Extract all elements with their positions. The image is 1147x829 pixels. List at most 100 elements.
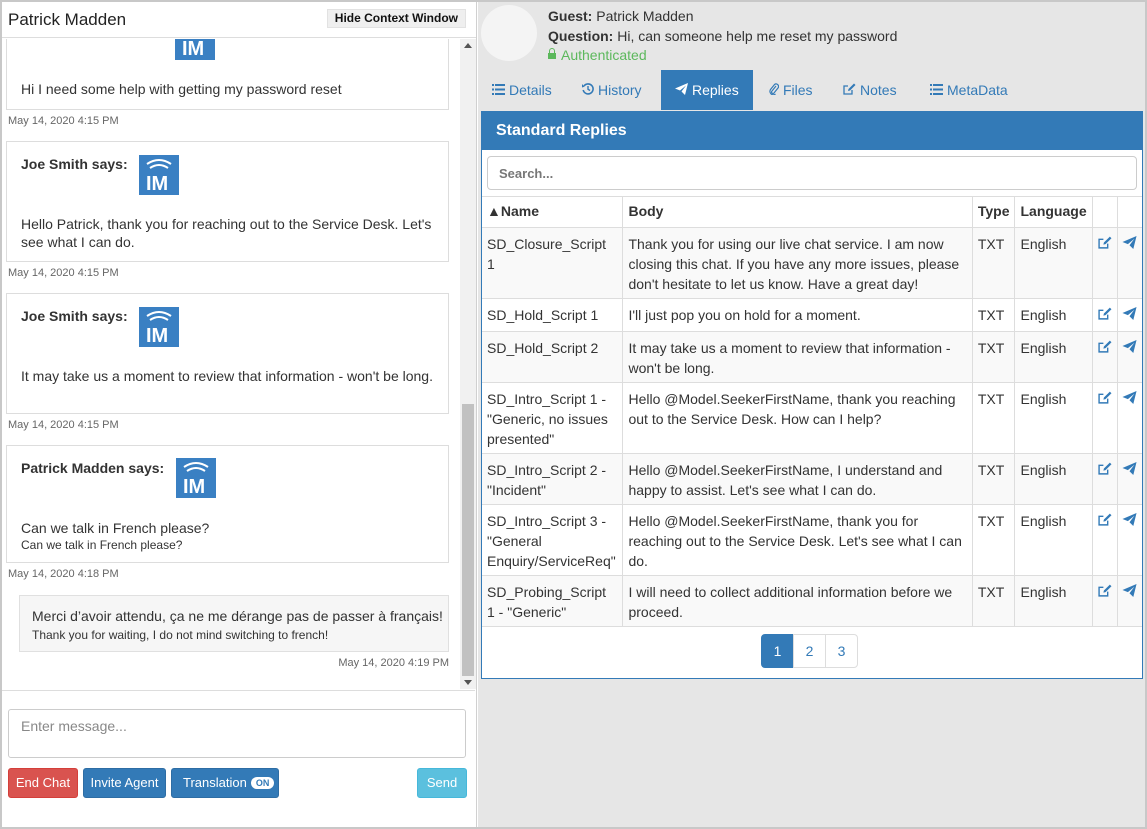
send-icon[interactable] xyxy=(1122,462,1137,478)
chat-message: IM Hi I need some help with getting my p… xyxy=(6,39,449,110)
scroll-thumb[interactable] xyxy=(462,404,474,676)
edit-reply-cell xyxy=(1091,331,1118,383)
chat-scrollbar[interactable] xyxy=(460,39,476,689)
page-button[interactable]: 1 xyxy=(761,634,794,668)
table-row[interactable]: SD_Hold_Script 2 It may take us a moment … xyxy=(482,331,1142,383)
column-header-language[interactable]: Language xyxy=(1014,196,1093,228)
tab-metadata[interactable]: MetaData xyxy=(916,70,1022,110)
reply-language-cell: English xyxy=(1014,453,1093,505)
reply-name-cell: SD_Intro_Script 3 - "General Enquiry/Ser… xyxy=(482,504,624,576)
scroll-up-icon[interactable] xyxy=(464,43,472,48)
table-row[interactable]: SD_Intro_Script 1 - "Generic, no issues … xyxy=(482,382,1142,454)
table-row[interactable]: SD_Intro_Script 2 - "Incident" Hello @Mod… xyxy=(482,453,1142,505)
agent-message-translation: Thank you for waiting, I do not mind swi… xyxy=(32,628,329,642)
column-header-body[interactable]: Body xyxy=(622,196,973,228)
edit-icon[interactable] xyxy=(1097,391,1112,407)
pagination: 1 2 3 xyxy=(761,634,858,668)
send-icon[interactable] xyxy=(1122,340,1137,356)
chat-author: Patrick Madden says: xyxy=(21,460,165,476)
svg-text:IM: IM xyxy=(182,39,204,60)
auth-status: Authenticated xyxy=(548,47,647,63)
scroll-down-icon[interactable] xyxy=(464,680,472,685)
reply-body-cell: I'll just pop you on hold for a moment. xyxy=(622,298,973,332)
reply-name-cell: SD_Probing_Script 1 - "Generic" xyxy=(482,575,624,627)
edit-icon[interactable] xyxy=(1097,584,1112,600)
chat-message-text: Can we talk in French please? xyxy=(21,520,210,536)
edit-icon[interactable] xyxy=(1097,236,1112,252)
chat-panel: Patrick Madden Hide Context Window IM Hi… xyxy=(2,2,477,827)
reply-type-cell: TXT xyxy=(971,331,1016,383)
page-button[interactable]: 2 xyxy=(793,634,826,668)
send-reply-cell xyxy=(1116,453,1142,505)
tab-label: Notes xyxy=(860,82,897,98)
tab-notes[interactable]: Notes xyxy=(829,70,911,110)
chat-timestamp: May 14, 2020 4:18 PM xyxy=(8,568,119,580)
send-button[interactable]: Send xyxy=(417,768,467,798)
send-reply-cell xyxy=(1116,575,1142,627)
invite-agent-button[interactable]: Invite Agent xyxy=(83,768,166,798)
chat-message-text: Hi I need some help with getting my pass… xyxy=(21,81,342,97)
reply-body-cell: It may take us a moment to review that i… xyxy=(622,331,973,383)
avatar xyxy=(481,5,537,61)
tab-label: Details xyxy=(509,82,552,98)
translation-toggle-button[interactable]: Translation ON xyxy=(171,768,279,798)
tab-history[interactable]: History xyxy=(568,70,656,110)
reply-language-cell: English xyxy=(1014,575,1093,627)
column-header-name[interactable]: ▲Name xyxy=(482,196,624,228)
chat-timestamp: May 14, 2020 4:15 PM xyxy=(8,419,119,431)
list-icon xyxy=(930,71,943,111)
reply-body-cell: Hello @Model.SeekerFirstName, I understa… xyxy=(622,453,973,505)
tab-replies[interactable]: Replies xyxy=(661,70,753,110)
edit-reply-cell xyxy=(1091,382,1118,454)
translation-label: Translation xyxy=(183,775,247,790)
reply-type-cell: TXT xyxy=(971,298,1016,332)
chat-author: Joe Smith says: xyxy=(21,156,128,172)
edit-icon[interactable] xyxy=(1097,340,1112,356)
send-icon[interactable] xyxy=(1122,513,1137,529)
chat-timestamp: May 14, 2020 4:15 PM xyxy=(8,115,119,127)
send-icon[interactable] xyxy=(1122,236,1137,252)
context-tabs: Details History Replies Files Notes Meta… xyxy=(478,70,1145,110)
end-chat-button[interactable]: End Chat xyxy=(8,768,78,798)
send-reply-cell xyxy=(1116,504,1142,576)
reply-type-cell: TXT xyxy=(971,227,1016,299)
send-icon[interactable] xyxy=(1122,391,1137,407)
panel-title: Standard Replies xyxy=(482,112,1142,150)
column-header-type[interactable]: Type xyxy=(971,196,1016,228)
column-header-edit xyxy=(1091,196,1118,228)
table-row[interactable]: SD_Intro_Script 3 - "General Enquiry/Ser… xyxy=(482,504,1142,576)
edit-icon[interactable] xyxy=(1097,462,1112,478)
chat-title: Patrick Madden xyxy=(8,10,127,29)
chat-transcript[interactable]: IM Hi I need some help with getting my p… xyxy=(2,39,475,689)
replies-search-input[interactable] xyxy=(487,156,1137,190)
reply-name-cell: SD_Intro_Script 2 - "Incident" xyxy=(482,453,624,505)
reply-name-cell: SD_Hold_Script 1 xyxy=(482,298,624,332)
page-button[interactable]: 3 xyxy=(825,634,858,668)
edit-icon[interactable] xyxy=(1097,513,1112,529)
standard-replies-panel: Standard Replies ▲Name Body Type Languag… xyxy=(481,111,1143,679)
table-row[interactable]: SD_Hold_Script 1 I'll just pop you on hol… xyxy=(482,298,1142,332)
message-input[interactable] xyxy=(8,709,466,758)
svg-text:IM: IM xyxy=(183,476,205,498)
tab-files[interactable]: Files xyxy=(755,70,827,110)
send-icon[interactable] xyxy=(1122,307,1137,323)
reply-language-cell: English xyxy=(1014,504,1093,576)
table-row[interactable]: SD_Closure_Script 1 Thank you for using o… xyxy=(482,227,1142,299)
im-logo-icon: IM xyxy=(139,155,179,195)
hide-context-button[interactable]: Hide Context Window xyxy=(326,9,466,28)
table-row[interactable]: SD_Probing_Script 1 - "Generic" I will ne… xyxy=(482,575,1142,627)
paperclip-icon xyxy=(769,71,780,111)
edit-icon[interactable] xyxy=(1097,307,1112,323)
agent-message-text: Merci d’avoir attendu, ça ne me dérange … xyxy=(32,608,443,624)
reply-body-cell: Hello @Model.SeekerFirstName, thank you … xyxy=(622,504,973,576)
send-reply-cell xyxy=(1116,331,1142,383)
tab-details[interactable]: Details xyxy=(478,70,566,110)
send-icon[interactable] xyxy=(1122,584,1137,600)
guest-line: Guest: Patrick Madden xyxy=(548,8,694,24)
chat-timestamp: May 14, 2020 4:19 PM xyxy=(338,657,449,669)
edit-reply-cell xyxy=(1091,575,1118,627)
reply-body-cell: Thank you for using our live chat servic… xyxy=(622,227,973,299)
question-text: Hi, can someone help me reset my passwor… xyxy=(617,28,898,44)
chat-composer: End Chat Invite Agent TranslationON Send xyxy=(2,690,475,827)
lock-icon xyxy=(548,48,556,59)
